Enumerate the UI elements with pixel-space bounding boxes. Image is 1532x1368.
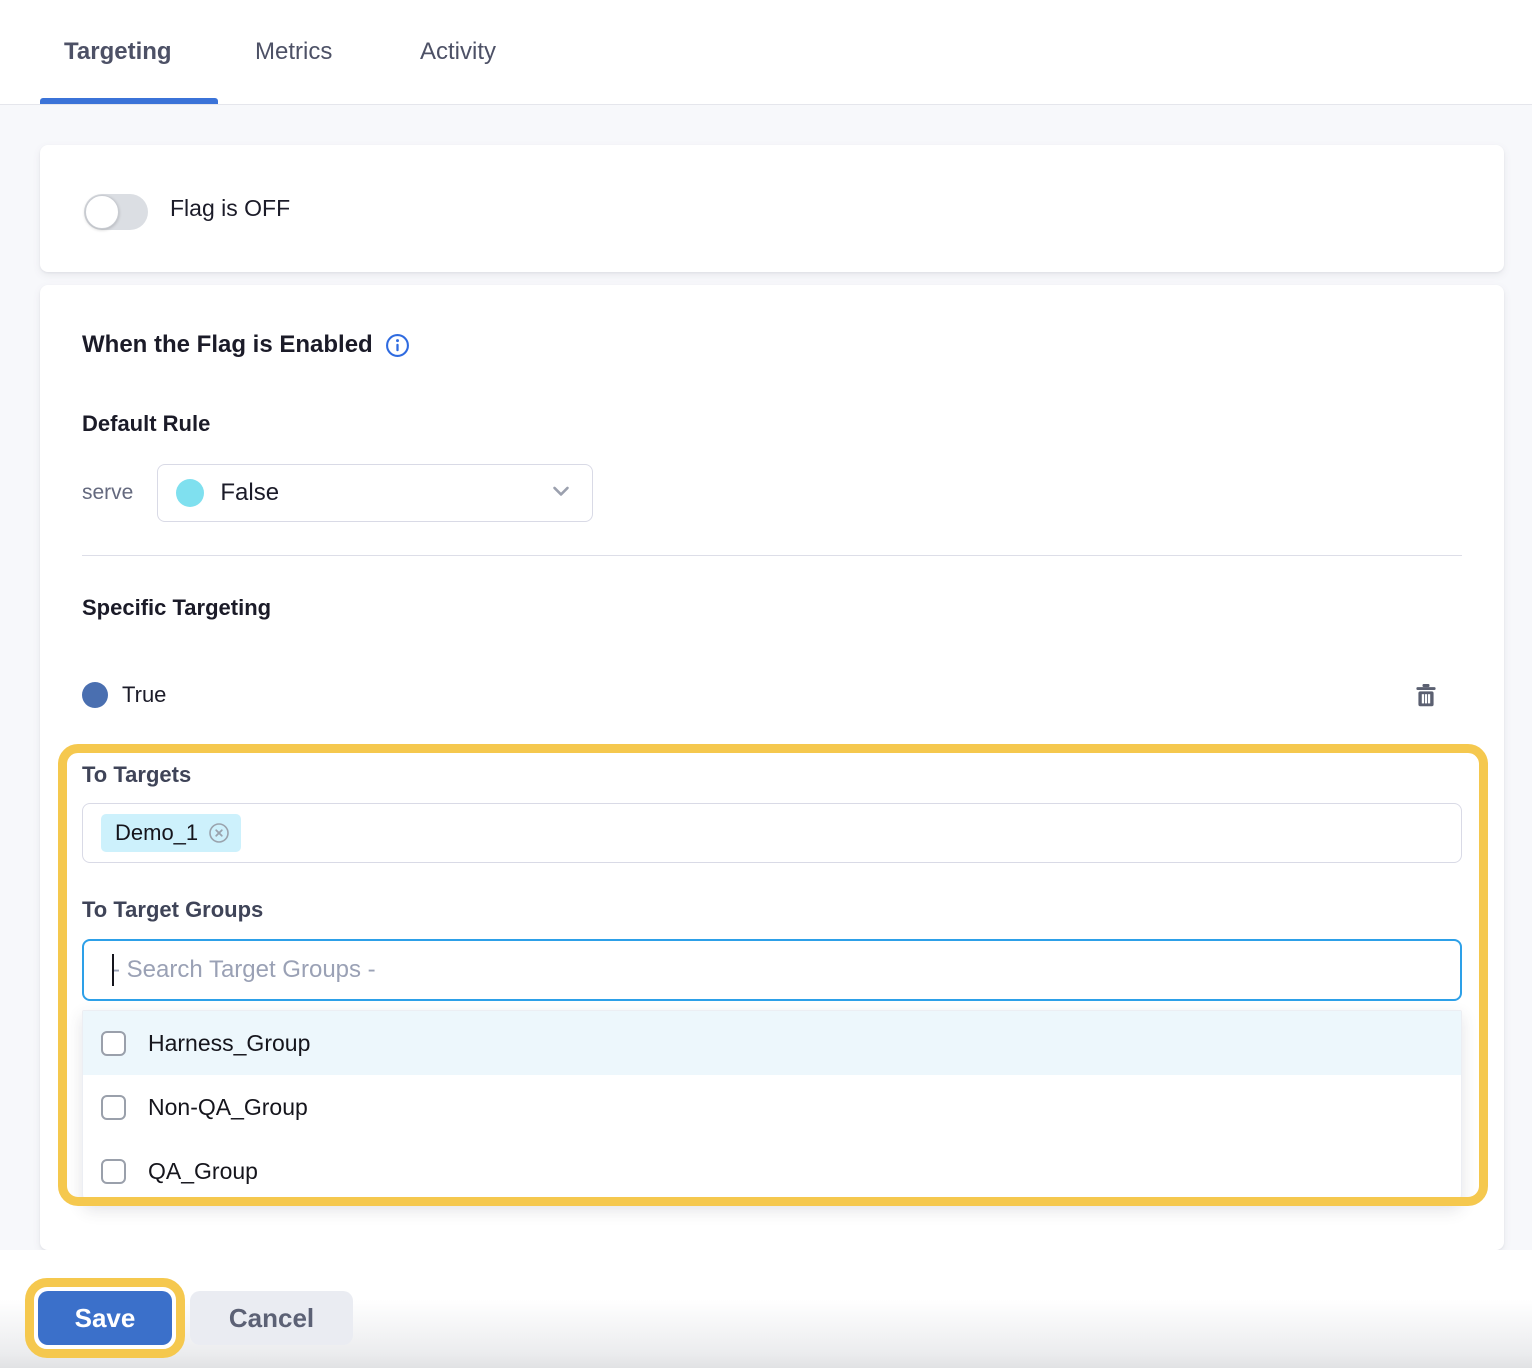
default-rule-serve-row: serve False	[82, 464, 593, 522]
rules-title-row: When the Flag is Enabled	[82, 331, 410, 359]
target-group-option-label: Non-QA_Group	[148, 1094, 308, 1121]
target-group-option-label: QA_Group	[148, 1158, 258, 1185]
to-targets-input[interactable]: Demo_1	[82, 803, 1462, 863]
tab-metrics-label: Metrics	[255, 38, 332, 66]
tab-targeting[interactable]: Targeting	[64, 0, 172, 104]
variation-true-label: True	[122, 682, 1398, 708]
target-groups-search-box	[82, 939, 1462, 1001]
section-divider	[82, 555, 1462, 556]
target-chip: Demo_1	[101, 814, 241, 852]
flag-toggle-knob	[85, 195, 119, 229]
target-group-option[interactable]: Non-QA_Group	[83, 1075, 1461, 1139]
target-chip-label: Demo_1	[115, 820, 198, 846]
serve-label: serve	[82, 481, 133, 505]
checkbox[interactable]	[101, 1031, 126, 1056]
to-targets-label: To Targets	[82, 762, 191, 788]
flag-status-label: Flag is OFF	[170, 145, 290, 272]
flag-rules-card: When the Flag is Enabled Default Rule se…	[40, 285, 1504, 1250]
default-variation-value: False	[220, 479, 532, 507]
cancel-button[interactable]: Cancel	[190, 1291, 353, 1345]
tab-bar: Targeting Metrics Activity	[0, 0, 1532, 105]
specific-targeting-heading: Specific Targeting	[82, 595, 271, 621]
default-rule-heading: Default Rule	[82, 411, 210, 437]
specific-targeting-variation-row: True	[82, 675, 1462, 715]
text-caret	[112, 954, 114, 986]
target-group-option-label: Harness_Group	[148, 1030, 310, 1057]
action-footer: Save Cancel	[0, 1250, 1532, 1368]
flag-status-card: Flag is OFF	[40, 145, 1504, 272]
when-flag-enabled-title: When the Flag is Enabled	[82, 331, 373, 359]
tab-metrics[interactable]: Metrics	[255, 0, 332, 104]
flag-toggle[interactable]	[84, 194, 148, 230]
delete-rule-button[interactable]	[1412, 681, 1440, 709]
variation-false-dot	[176, 479, 204, 507]
target-groups-search-input[interactable]	[84, 941, 1460, 999]
tab-targeting-label: Targeting	[64, 38, 172, 66]
remove-target-icon[interactable]	[207, 821, 231, 845]
target-group-option[interactable]: Harness_Group	[83, 1011, 1461, 1075]
target-group-option[interactable]: QA_Group	[83, 1139, 1461, 1203]
tab-activity-label: Activity	[420, 38, 496, 66]
variation-true-dot	[82, 682, 108, 708]
to-target-groups-label: To Target Groups	[82, 897, 263, 923]
chevron-down-icon	[548, 478, 574, 509]
save-highlight-ring: Save	[25, 1278, 185, 1358]
checkbox[interactable]	[101, 1095, 126, 1120]
info-icon[interactable]	[385, 333, 410, 358]
tab-activity[interactable]: Activity	[420, 0, 496, 104]
save-button[interactable]: Save	[38, 1291, 172, 1345]
target-groups-dropdown: Harness_Group Non-QA_Group QA_Group	[82, 1010, 1462, 1204]
checkbox[interactable]	[101, 1159, 126, 1184]
active-tab-underline	[40, 98, 218, 104]
default-variation-select[interactable]: False	[157, 464, 593, 522]
